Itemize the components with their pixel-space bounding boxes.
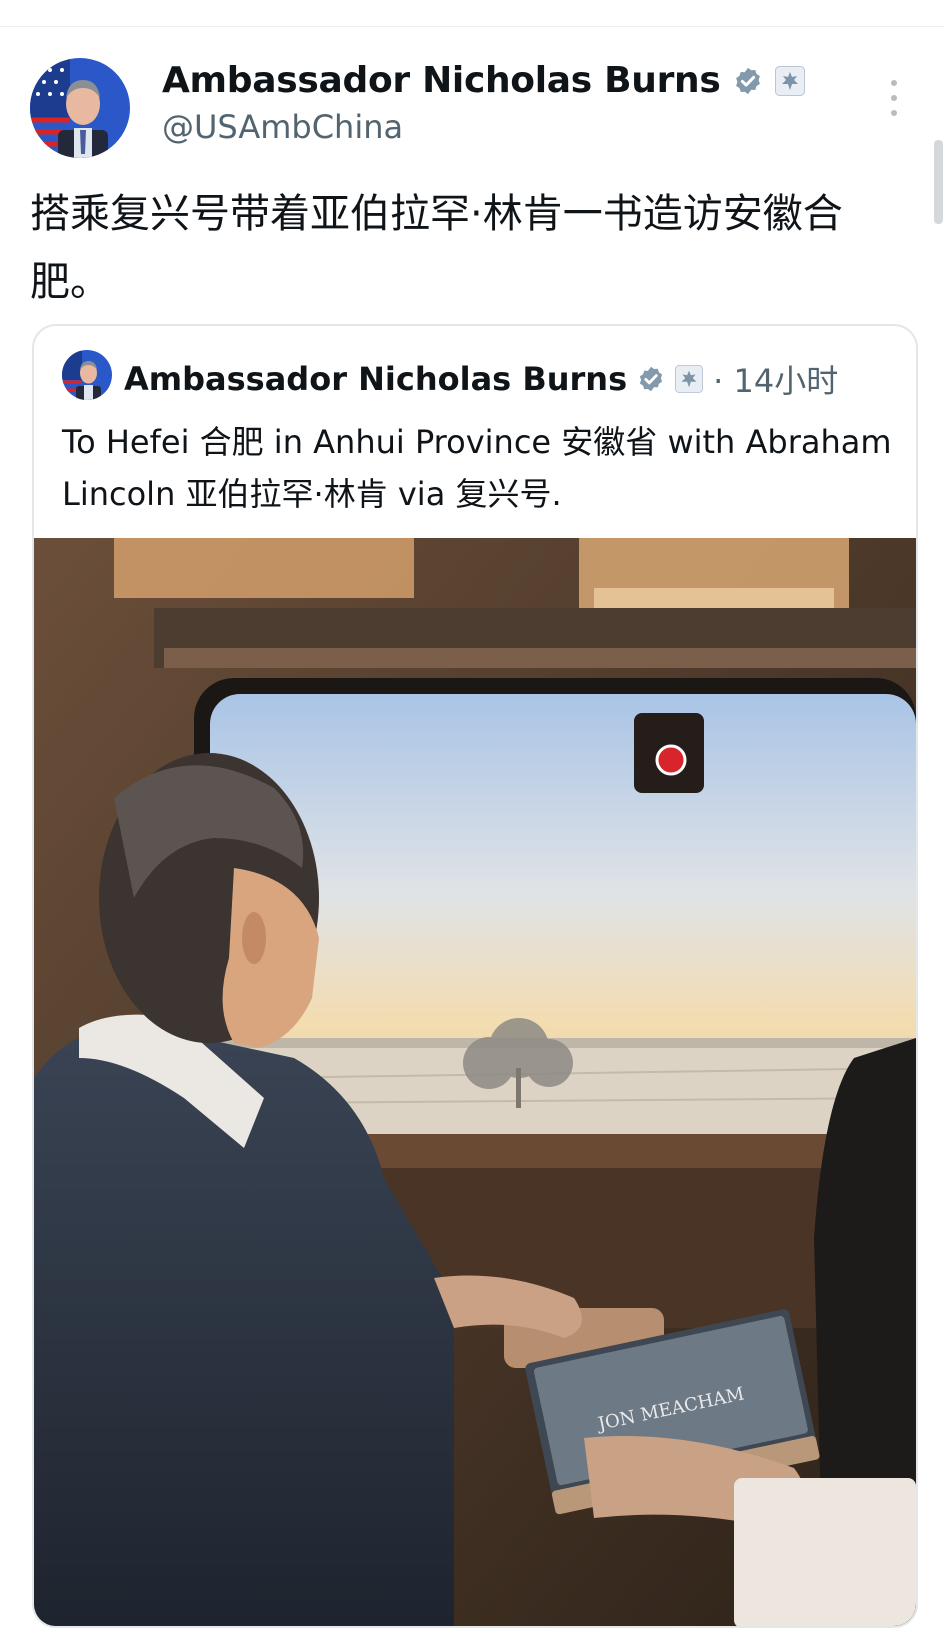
author-row: Ambassador Nicholas Burns <box>162 60 805 101</box>
more-options-button[interactable] <box>886 80 902 116</box>
verified-badge-icon <box>637 365 665 393</box>
author-handle[interactable]: @USAmbChina <box>162 108 403 146</box>
top-divider <box>0 0 944 27</box>
author-avatar[interactable] <box>30 58 130 158</box>
embassy-seal-icon <box>675 365 704 393</box>
post-text: 搭乘复兴号带着亚伯拉罕·林肯一书造访安徽合肥。 <box>30 191 843 305</box>
quoted-post-card[interactable]: Ambassador Nicholas Burns · 14小时 To Hefe… <box>32 324 918 1628</box>
quoted-photo[interactable]: JON MEACHAM <box>34 538 916 1626</box>
scrollbar-thumb[interactable] <box>934 140 943 224</box>
quoted-author-name: Ambassador Nicholas Burns <box>124 360 628 398</box>
quoted-text: To Hefei 合肥 in Anhui Province 安徽省 with A… <box>62 423 892 513</box>
embassy-seal-icon <box>774 65 805 96</box>
quoted-timestamp: · 14小时 <box>713 362 839 400</box>
more-vertical-icon <box>891 80 897 86</box>
author-name[interactable]: Ambassador Nicholas Burns <box>162 60 721 101</box>
quoted-header: Ambassador Nicholas Burns · 14小时 <box>124 356 838 402</box>
verified-badge-icon <box>733 66 763 96</box>
quoted-author-avatar <box>62 350 112 400</box>
